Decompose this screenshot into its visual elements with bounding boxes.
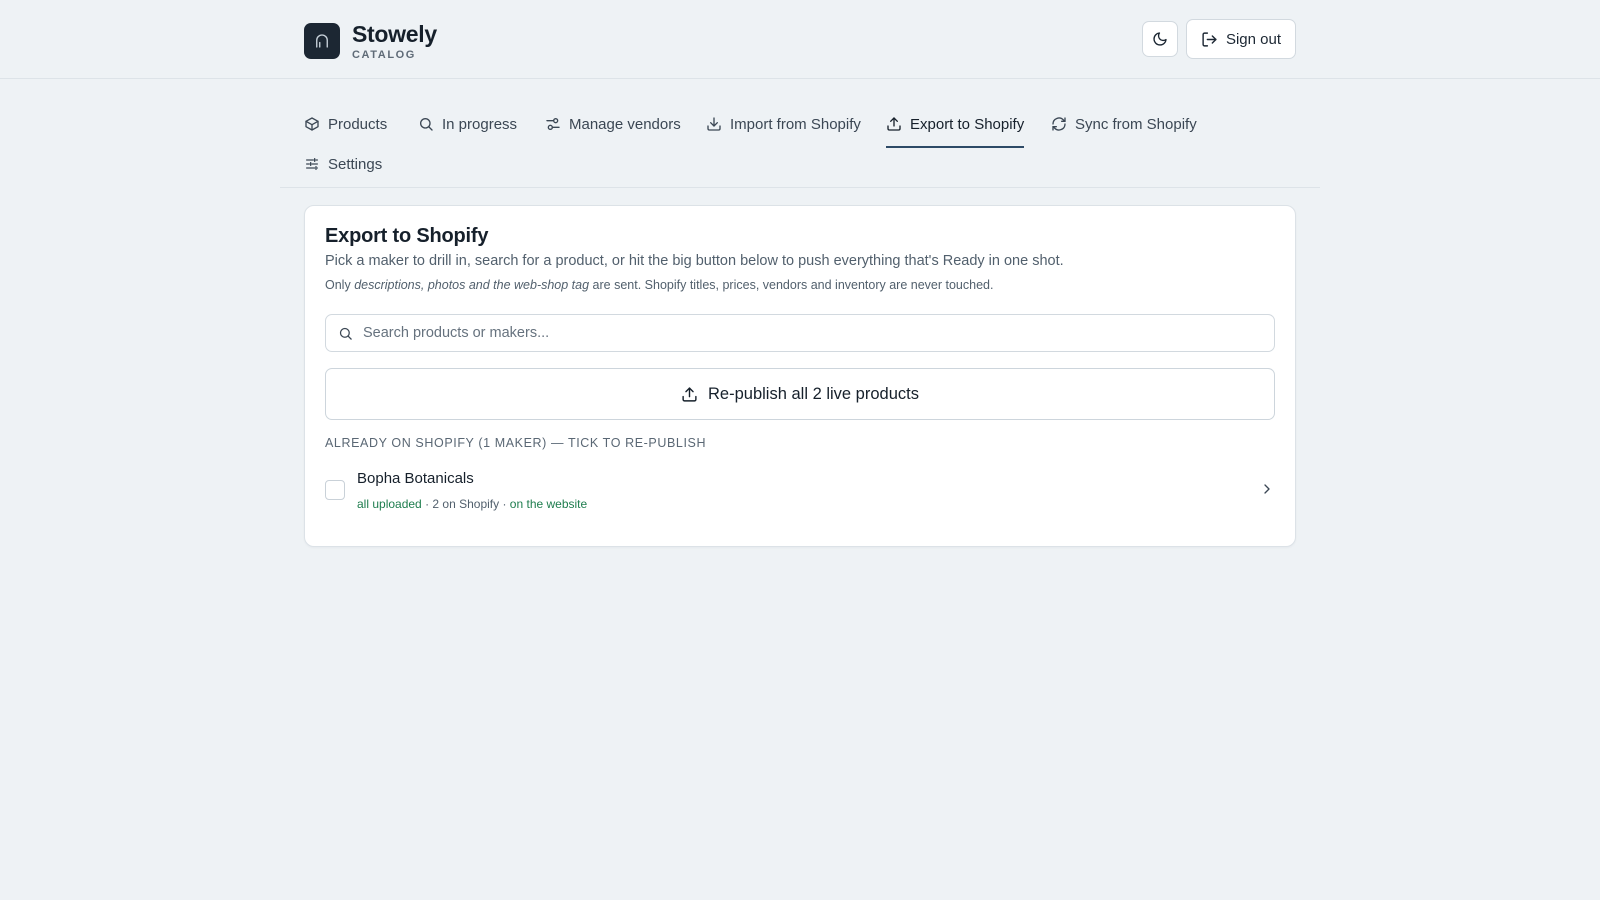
meta-separator: ·: [499, 497, 510, 511]
tab-label: Manage vendors: [569, 115, 681, 133]
tab-label: In progress: [442, 115, 518, 133]
tab-settings[interactable]: Settings: [304, 151, 382, 177]
website-status: on the website: [509, 497, 588, 511]
page-title: Export to Shopify: [325, 225, 489, 247]
main-nav: Products In progress Manage vendors Impo…: [280, 100, 1320, 188]
sliders-icon: [546, 118, 560, 130]
brand-text: Stowely CATALOG: [352, 21, 437, 61]
settings-sliders-icon: [306, 158, 318, 170]
maker-checkbox[interactable]: [325, 480, 345, 500]
tab-export-to-shopify[interactable]: Export to Shopify: [886, 111, 1025, 148]
search-icon: [420, 118, 433, 131]
box-icon: [305, 117, 319, 131]
tab-label: Sync from Shopify: [1075, 115, 1197, 133]
download-icon: [707, 117, 721, 131]
upload-icon: [682, 386, 697, 402]
log-out-icon: [1202, 31, 1217, 47]
export-card: Export to Shopify Pick a maker to drill …: [304, 205, 1296, 547]
republish-all-button[interactable]: Re-publish all 2 live products: [325, 368, 1275, 420]
tab-manage-vendors[interactable]: Manage vendors: [545, 111, 681, 137]
brand[interactable]: Stowely CATALOG: [304, 21, 437, 61]
shopify-count: 2 on Shopify: [432, 497, 500, 511]
chevron-right-icon[interactable]: [1259, 481, 1275, 497]
tab-sync-from-shopify[interactable]: Sync from Shopify: [1051, 111, 1197, 137]
meta-separator: ·: [421, 497, 433, 511]
tab-products[interactable]: Products: [304, 111, 387, 137]
search-box: [325, 314, 1275, 352]
section-label: ALREADY ON SHOPIFY (1 MAKER) — TICK TO R…: [325, 436, 707, 450]
note-prefix: Only: [325, 278, 355, 292]
note-emphasis: descriptions, photos and the web-shop ta…: [354, 278, 590, 292]
search-input[interactable]: [363, 325, 1243, 341]
app-header: Stowely CATALOG Sign out: [0, 0, 1600, 79]
upload-icon: [887, 117, 901, 131]
export-note: Only descriptions, photos and the web-sh…: [325, 278, 993, 292]
republish-label: Re-publish all 2 live products: [708, 384, 919, 403]
maker-row[interactable]: Bopha Botanicals all uploaded · 2 on Sho…: [325, 464, 1275, 524]
maker-meta: all uploaded · 2 on Shopify · on the web…: [357, 497, 587, 511]
app-subtitle: CATALOG: [352, 49, 416, 61]
tab-label: Settings: [328, 155, 383, 173]
tab-label: Products: [328, 115, 388, 133]
tab-label: Import from Shopify: [730, 115, 861, 133]
upload-status: all uploaded: [357, 497, 422, 511]
app-name: Stowely: [352, 21, 437, 47]
theme-toggle-button[interactable]: [1142, 21, 1178, 57]
sign-out-button[interactable]: Sign out: [1186, 19, 1296, 59]
sign-out-label: Sign out: [1225, 30, 1282, 48]
page-description: Pick a maker to drill in, search for a p…: [325, 253, 1064, 269]
logo-icon: [304, 23, 340, 59]
note-suffix: are sent. Shopify titles, prices, vendor…: [589, 278, 994, 292]
tab-import-from-shopify[interactable]: Import from Shopify: [706, 111, 861, 137]
moon-icon: [1153, 32, 1167, 46]
maker-name: Bopha Botanicals: [357, 470, 474, 487]
tab-in-progress[interactable]: In progress: [418, 111, 517, 137]
search-icon: [339, 327, 352, 340]
tab-label: Export to Shopify: [910, 115, 1025, 133]
refresh-icon: [1052, 117, 1066, 131]
